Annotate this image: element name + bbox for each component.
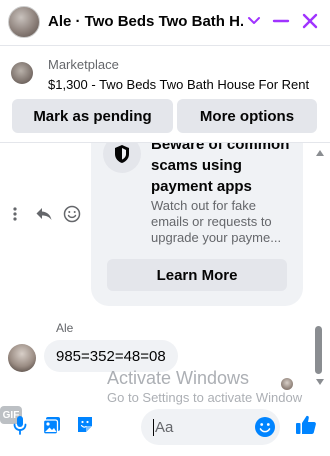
chat-title[interactable]: Ale · Two Beds Two Bath H... xyxy=(48,13,243,30)
card-title: Beware of common scams using payment app… xyxy=(151,136,290,195)
reply-icon[interactable] xyxy=(35,205,53,223)
minus-icon[interactable] xyxy=(272,12,290,30)
avatar[interactable] xyxy=(8,6,40,38)
message-input-placeholder: Aa xyxy=(153,418,174,436)
sticker-icon[interactable] xyxy=(75,414,95,436)
scam-warning-card: Beware of common scams using payment app… xyxy=(91,121,303,306)
card-body: Watch out for fake emails or requests to… xyxy=(151,198,282,245)
watermark-subtitle: Go to Settings to activate Window xyxy=(107,390,303,405)
marketplace-label: Marketplace xyxy=(48,57,119,72)
emoji-icon[interactable] xyxy=(254,416,276,438)
chat-header: Ale · Two Beds Two Bath H... xyxy=(0,0,330,46)
smiley-icon[interactable] xyxy=(63,205,81,223)
thumbs-up-icon[interactable] xyxy=(294,413,318,437)
marketplace-panel: Marketplace $1,300 - Two Beds Two Bath H… xyxy=(0,47,330,143)
scroll-down-arrow[interactable] xyxy=(316,379,324,385)
watermark-title: Activate Windows xyxy=(107,368,250,388)
composer: GIF Aa xyxy=(0,406,330,446)
chevron-down-icon[interactable] xyxy=(247,13,261,29)
listing-title[interactable]: $1,300 - Two Beds Two Bath House For Ren… xyxy=(48,77,309,92)
more-options-button[interactable]: More options xyxy=(177,99,317,133)
learn-more-button[interactable]: Learn More xyxy=(107,259,287,291)
microphone-icon[interactable] xyxy=(10,414,30,436)
scrollbar-thumb[interactable] xyxy=(315,326,322,374)
scroll-up-arrow[interactable] xyxy=(316,150,324,156)
avatar[interactable] xyxy=(8,344,36,372)
close-icon[interactable] xyxy=(301,12,319,30)
mark-as-pending-button[interactable]: Mark as pending xyxy=(12,99,173,133)
photo-icon[interactable] xyxy=(42,414,62,436)
listing-thumbnail[interactable] xyxy=(11,62,33,84)
seen-indicator xyxy=(281,378,293,390)
more-vertical-icon[interactable] xyxy=(9,206,21,222)
sender-name: Ale xyxy=(56,321,74,335)
